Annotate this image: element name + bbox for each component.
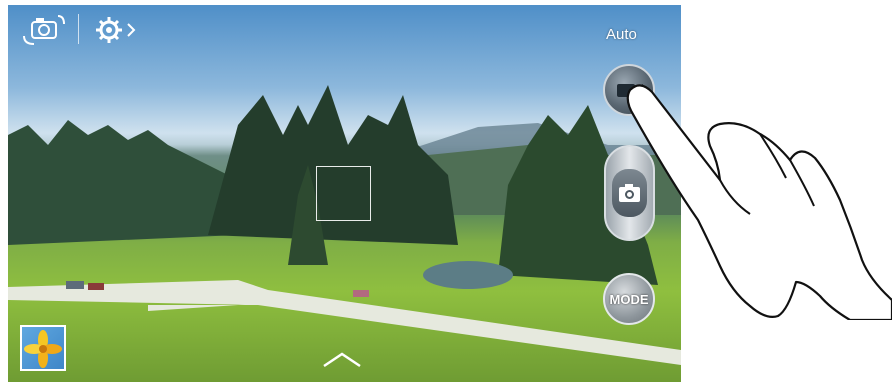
gallery-thumbnail[interactable] [20, 325, 66, 371]
gear-icon [96, 17, 136, 43]
chevron-up-icon [323, 352, 361, 368]
tap-gesture-hand-illustration [626, 84, 892, 320]
gallery-thumbnail-image [24, 330, 62, 368]
shooting-mode-label: Auto [606, 26, 637, 43]
expand-shortcuts-button[interactable] [318, 346, 366, 372]
switch-camera-icon [23, 15, 65, 45]
switch-camera-button[interactable] [20, 10, 66, 48]
toolbar-divider [78, 14, 79, 44]
focus-frame [316, 166, 371, 221]
settings-button[interactable] [92, 12, 138, 48]
